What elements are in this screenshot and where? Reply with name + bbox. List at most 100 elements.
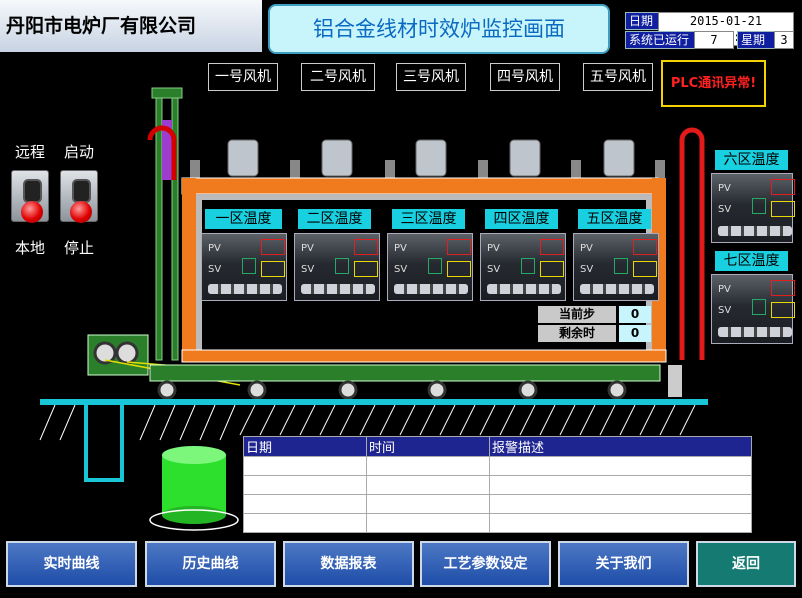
carriage-wheels <box>157 380 627 400</box>
zone-5-controller[interactable]: PV SV <box>573 233 659 301</box>
about-us-button[interactable]: 关于我们 <box>558 541 689 587</box>
pv-display <box>771 280 795 296</box>
remote-local-switch[interactable] <box>11 170 49 223</box>
pv-display <box>261 239 285 255</box>
keypad <box>580 284 654 294</box>
zone-6-label: 六区温度 <box>715 150 788 170</box>
table-row[interactable] <box>243 456 752 476</box>
remote-label: 远程 <box>15 143 46 161</box>
pv-label: PV <box>718 284 731 295</box>
ground-hatch <box>39 404 696 441</box>
history-curve-button[interactable]: 历史曲线 <box>145 541 276 587</box>
sv-display <box>540 261 564 277</box>
zone-4-controller[interactable]: PV SV <box>480 233 566 301</box>
status-display <box>428 258 442 274</box>
alarm-table-header: 日期 时间 报警描述 <box>243 436 752 457</box>
pv-label: PV <box>301 243 314 254</box>
fan-motors <box>190 139 665 178</box>
sv-label: SV <box>301 264 315 275</box>
furnace-lining-top <box>196 194 652 200</box>
data-report-button[interactable]: 数据报表 <box>283 541 414 587</box>
sv-display <box>771 201 795 217</box>
zone-4-label: 四区温度 <box>485 209 558 229</box>
sv-display <box>633 261 657 277</box>
carriage <box>149 364 661 382</box>
switch-knob-icon <box>23 179 42 203</box>
remaining-time-value: 0 <box>619 325 651 342</box>
pv-label: PV <box>718 183 731 194</box>
process-params-button[interactable]: 工艺参数设定 <box>420 541 551 587</box>
pv-display <box>633 239 657 255</box>
sv-label: SV <box>718 305 732 316</box>
pv-label: PV <box>394 243 407 254</box>
zone-2-label: 二区温度 <box>298 209 371 229</box>
table-row[interactable] <box>243 513 752 533</box>
right-post <box>668 365 682 397</box>
pv-display <box>771 179 795 195</box>
drive-pulley-2 <box>115 341 139 365</box>
red-indicator-icon <box>70 201 92 223</box>
sv-label: SV <box>487 264 501 275</box>
right-hoist-cable <box>679 127 705 360</box>
status-display <box>335 258 349 274</box>
keypad <box>301 284 375 294</box>
sv-label: SV <box>208 264 222 275</box>
status-display <box>752 299 766 315</box>
sv-label: SV <box>580 264 594 275</box>
water-tank <box>149 446 239 531</box>
keypad <box>394 284 468 294</box>
status-display <box>242 258 256 274</box>
pv-label: PV <box>580 243 593 254</box>
sv-display <box>771 302 795 318</box>
zone-5-label: 五区温度 <box>578 209 651 229</box>
zone-1-label: 一区温度 <box>205 209 282 229</box>
sv-display <box>354 261 378 277</box>
pv-display <box>354 239 378 255</box>
table-row[interactable] <box>243 494 752 514</box>
sv-display <box>261 261 285 277</box>
pv-display <box>540 239 564 255</box>
quench-pit <box>84 405 124 482</box>
zone-3-controller[interactable]: PV SV <box>387 233 473 301</box>
red-indicator-icon <box>21 201 43 223</box>
sv-display <box>447 261 471 277</box>
keypad <box>208 284 282 294</box>
zone-1-controller[interactable]: PV SV <box>201 233 287 301</box>
stop-label: 停止 <box>64 239 95 257</box>
status-display <box>521 258 535 274</box>
sv-label: SV <box>718 204 732 215</box>
sv-label: SV <box>394 264 408 275</box>
start-label: 启动 <box>64 143 95 161</box>
back-button[interactable]: 返回 <box>696 541 796 587</box>
zone-7-label: 七区温度 <box>715 251 788 271</box>
pv-display <box>447 239 471 255</box>
tower-top <box>151 87 183 99</box>
ground-line <box>40 399 708 405</box>
remaining-time-label: 剩余时 <box>538 325 616 342</box>
col-alarm-description: 报警描述 <box>489 436 752 457</box>
zone-7-controller[interactable]: PV SV <box>711 274 795 344</box>
pv-label: PV <box>208 243 221 254</box>
alarm-table[interactable]: 日期 时间 报警描述 <box>243 436 752 533</box>
local-label: 本地 <box>15 239 46 257</box>
current-step-value: 0 <box>619 306 651 323</box>
status-display <box>752 198 766 214</box>
status-display <box>614 258 628 274</box>
zone-2-controller[interactable]: PV SV <box>294 233 380 301</box>
current-step-label: 当前步 <box>538 306 616 323</box>
pv-label: PV <box>487 243 500 254</box>
col-date: 日期 <box>243 436 367 457</box>
furnace-left-wall <box>182 178 196 360</box>
furnace-floor <box>181 349 667 363</box>
realtime-curve-button[interactable]: 实时曲线 <box>6 541 137 587</box>
keypad <box>718 327 792 337</box>
keypad <box>718 226 792 236</box>
switch-knob-icon <box>72 179 91 203</box>
zone-6-controller[interactable]: PV SV <box>711 173 795 243</box>
keypad <box>487 284 561 294</box>
start-stop-switch[interactable] <box>60 170 98 223</box>
table-row[interactable] <box>243 475 752 495</box>
furnace-roof <box>181 177 659 195</box>
col-time: 时间 <box>366 436 490 457</box>
zone-3-label: 三区温度 <box>392 209 465 229</box>
